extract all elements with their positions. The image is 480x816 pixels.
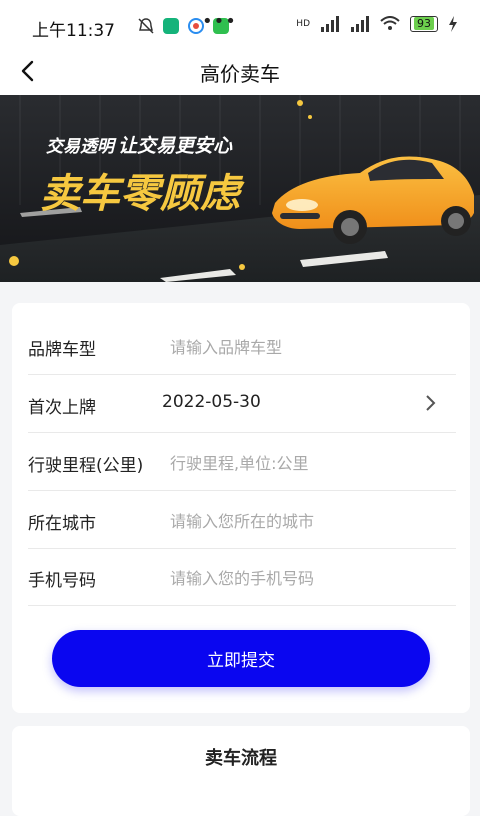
phone-row[interactable]: 手机号码: [28, 548, 456, 606]
status-time: 上午11:37: [32, 21, 115, 41]
phone-input[interactable]: [168, 564, 442, 592]
mute-icon: [138, 18, 154, 34]
network-badge: HD: [296, 19, 310, 29]
page-title: 高价卖车: [200, 62, 280, 86]
submit-button[interactable]: 立即提交: [52, 630, 430, 687]
city-input[interactable]: [168, 507, 442, 535]
signal-icon: [321, 16, 339, 32]
system-icons: HD 93: [296, 16, 458, 32]
nav-bar: 高价卖车: [0, 52, 480, 96]
brand-model-input[interactable]: [168, 333, 442, 361]
banner-tagline-left: 交易透明: [46, 137, 117, 157]
mileage-input[interactable]: [168, 449, 442, 477]
more-notifications-icon: •••: [202, 11, 237, 32]
mileage-label: 行驶里程(公里): [28, 456, 144, 476]
city-row[interactable]: 所在城市: [28, 491, 456, 549]
banner-tagline-right: 让交易更安心: [118, 135, 233, 157]
wifi-icon: [380, 16, 400, 30]
phone-label: 手机号码: [28, 571, 96, 591]
charging-icon: [449, 16, 457, 32]
mileage-row[interactable]: 行驶里程(公里): [28, 433, 456, 491]
banner-headline: 卖车零顾虑: [40, 171, 245, 217]
first-registration-row[interactable]: 首次上牌 2022-05-30: [28, 375, 456, 433]
brand-model-row[interactable]: 品牌车型: [28, 317, 456, 375]
chevron-right-icon: [426, 395, 436, 411]
app-notification-icon: [163, 18, 179, 34]
sell-process-section: 卖车流程: [12, 726, 470, 816]
promo-banner[interactable]: 交易透明 让交易更安心 卖车零顾虑: [0, 95, 480, 282]
first-registration-date[interactable]: 2022-05-30: [162, 392, 261, 412]
brand-model-label: 品牌车型: [28, 340, 96, 360]
sell-car-form: 品牌车型 首次上牌 2022-05-30 行驶里程(公里) 所在城市 手机号码 …: [12, 303, 470, 713]
status-bar: 上午11:37 ••• HD 93: [0, 0, 480, 52]
signal-icon-2: [351, 16, 369, 32]
banner-illustration: 交易透明 让交易更安心 卖车零顾虑: [0, 95, 480, 282]
first-registration-label: 首次上牌: [28, 398, 96, 418]
battery-icon: 93: [410, 16, 438, 32]
city-label: 所在城市: [28, 514, 96, 534]
process-title: 卖车流程: [205, 748, 277, 769]
